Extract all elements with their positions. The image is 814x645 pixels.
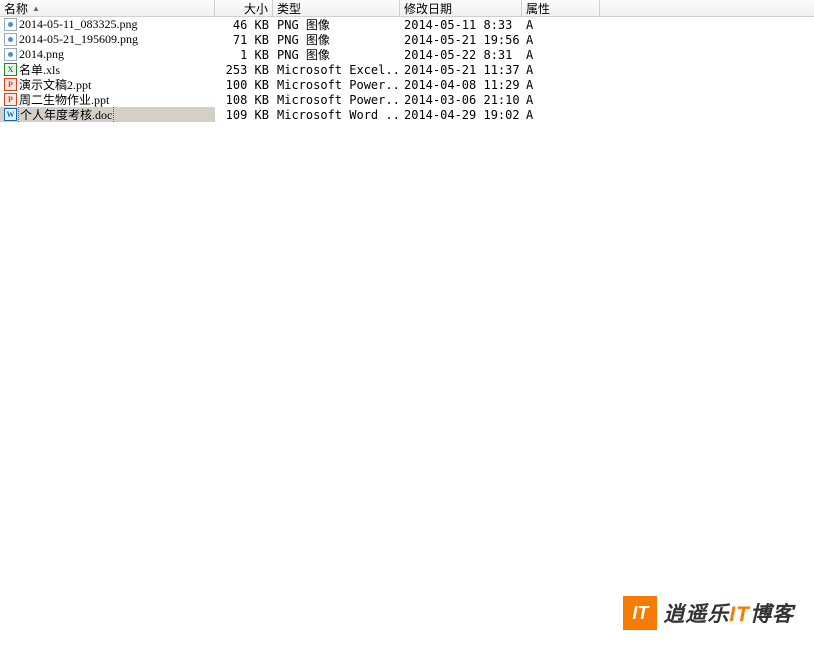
- column-header-name-label: 名称: [4, 0, 28, 16]
- column-header-attr-label: 属性: [526, 0, 550, 16]
- file-cell-type: Microsoft Excel...: [273, 62, 400, 77]
- column-header-size[interactable]: 大小: [215, 0, 273, 16]
- file-row[interactable]: 周二生物作业.ppt 108 KBMicrosoft Power...2014-0…: [0, 92, 814, 107]
- file-cell-type: Microsoft Power...: [273, 77, 400, 92]
- file-row[interactable]: 演示文稿2.ppt 100 KBMicrosoft Power...2014-04…: [0, 77, 814, 92]
- sort-ascending-icon: ▲: [32, 4, 40, 13]
- file-cell-type: Microsoft Power...: [273, 92, 400, 107]
- file-cell-date: 2014-03-06 21:10: [400, 92, 522, 107]
- file-name-text: 名单.xls: [19, 62, 60, 77]
- file-cell-name: 个人年度考核.doc: [0, 107, 215, 122]
- file-cell-type: PNG 图像: [273, 47, 400, 62]
- file-cell-attr: A: [522, 107, 600, 122]
- column-header-size-label: 大小: [244, 0, 268, 16]
- watermark-text-1: 逍遥乐: [663, 603, 729, 626]
- column-header-type-label: 类型: [277, 0, 301, 16]
- watermark-text-3: 博客: [750, 603, 794, 626]
- png-file-icon: [4, 33, 17, 46]
- column-header-attr[interactable]: 属性: [522, 0, 600, 16]
- file-cell-size: 108 KB: [215, 92, 273, 107]
- watermark-text-2: IT: [729, 603, 750, 626]
- file-cell-name: 2014.png: [0, 47, 215, 62]
- png-file-icon: [4, 18, 17, 31]
- file-row[interactable]: 名单.xls 253 KBMicrosoft Excel...2014-05-21…: [0, 62, 814, 77]
- file-cell-attr: A: [522, 17, 600, 32]
- file-row[interactable]: 2014.png 1 KBPNG 图像2014-05-22 8:31A: [0, 47, 814, 62]
- column-header-name[interactable]: 名称 ▲: [0, 0, 215, 16]
- file-cell-name: 周二生物作业.ppt: [0, 92, 215, 107]
- file-name-text: 2014-05-11_083325.png: [19, 17, 138, 32]
- file-cell-type: PNG 图像: [273, 32, 400, 47]
- file-name-text: 演示文稿2.ppt: [19, 77, 91, 92]
- xls-file-icon: [4, 63, 17, 76]
- column-header-date[interactable]: 修改日期: [400, 0, 522, 16]
- file-cell-name: 2014-05-11_083325.png: [0, 17, 215, 32]
- file-cell-name: 2014-05-21_195609.png: [0, 32, 215, 47]
- ppt-file-icon: [4, 78, 17, 91]
- file-cell-date: 2014-04-29 19:02: [400, 107, 522, 122]
- doc-file-icon: [4, 108, 17, 121]
- file-cell-size: 253 KB: [215, 62, 273, 77]
- png-file-icon: [4, 48, 17, 61]
- file-cell-date: 2014-05-11 8:33: [400, 17, 522, 32]
- watermark: IT 逍遥乐IT博客: [623, 596, 794, 630]
- ppt-file-icon: [4, 93, 17, 106]
- file-row[interactable]: 个人年度考核.doc 109 KBMicrosoft Word ...2014-0…: [0, 107, 814, 122]
- file-cell-date: 2014-05-22 8:31: [400, 47, 522, 62]
- file-cell-type: Microsoft Word ...: [273, 107, 400, 122]
- column-header-row: 名称 ▲ 大小 类型 修改日期 属性: [0, 0, 814, 17]
- file-cell-name: 名单.xls: [0, 62, 215, 77]
- column-header-type[interactable]: 类型: [273, 0, 400, 16]
- watermark-text: 逍遥乐IT博客: [663, 598, 794, 628]
- file-name-text: 个人年度考核.doc: [18, 107, 114, 122]
- file-cell-size: 1 KB: [215, 47, 273, 62]
- file-name-text: 2014.png: [19, 47, 64, 62]
- file-name-text: 2014-05-21_195609.png: [19, 32, 138, 47]
- file-cell-attr: A: [522, 32, 600, 47]
- file-cell-date: 2014-05-21 11:37: [400, 62, 522, 77]
- file-cell-attr: A: [522, 47, 600, 62]
- file-cell-size: 109 KB: [215, 107, 273, 122]
- column-header-date-label: 修改日期: [404, 0, 452, 16]
- file-cell-size: 71 KB: [215, 32, 273, 47]
- file-row[interactable]: 2014-05-11_083325.png 46 KBPNG 图像2014-05-…: [0, 17, 814, 32]
- file-cell-attr: A: [522, 62, 600, 77]
- file-cell-name: 演示文稿2.ppt: [0, 77, 215, 92]
- file-cell-type: PNG 图像: [273, 17, 400, 32]
- file-cell-attr: A: [522, 92, 600, 107]
- file-cell-date: 2014-05-21 19:56: [400, 32, 522, 47]
- file-cell-size: 100 KB: [215, 77, 273, 92]
- file-cell-date: 2014-04-08 11:29: [400, 77, 522, 92]
- file-cell-size: 46 KB: [215, 17, 273, 32]
- file-list-view: 名称 ▲ 大小 类型 修改日期 属性 2014-05-11_083325.png…: [0, 0, 814, 122]
- file-cell-attr: A: [522, 77, 600, 92]
- file-row[interactable]: 2014-05-21_195609.png 71 KBPNG 图像2014-05-…: [0, 32, 814, 47]
- file-name-text: 周二生物作业.ppt: [19, 92, 109, 107]
- watermark-logo-box: IT: [623, 596, 657, 630]
- file-rows-container: 2014-05-11_083325.png46 KBPNG 图像2014-05-…: [0, 17, 814, 122]
